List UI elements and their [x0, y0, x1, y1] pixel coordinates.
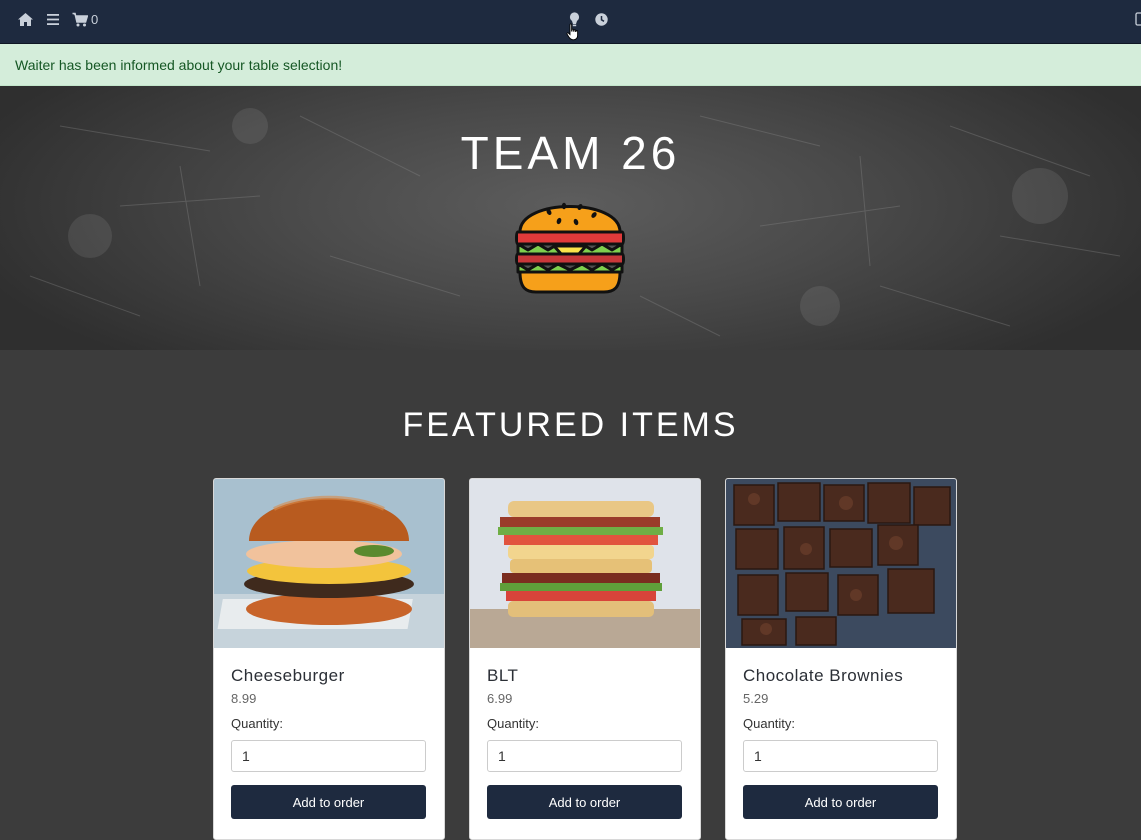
home-icon[interactable]	[17, 11, 34, 28]
nav-left-group: 0	[17, 11, 98, 28]
nav-edge-icon[interactable]	[1135, 12, 1141, 26]
menu-item-card: Cheeseburger 8.99 Quantity: Add to order	[213, 478, 445, 840]
quantity-label: Quantity:	[743, 716, 796, 731]
item-name: Cheeseburger	[231, 666, 345, 685]
cart-icon[interactable]	[72, 11, 88, 28]
cart-count[interactable]: 0	[91, 11, 98, 28]
cheeseburger-image	[214, 479, 444, 648]
blt-image	[470, 479, 700, 648]
menu-icon[interactable]	[46, 11, 60, 28]
burger-logo-icon	[515, 202, 625, 294]
mouse-pointer-icon	[566, 23, 579, 41]
quantity-label: Quantity:	[231, 716, 284, 731]
add-to-order-button[interactable]: Add to order	[231, 785, 426, 819]
quantity-input[interactable]	[743, 740, 938, 772]
featured-items-heading: FEATURED ITEMS	[402, 406, 739, 444]
item-name: BLT	[487, 666, 519, 685]
menu-item-card: BLT 6.99 Quantity: Add to order	[469, 478, 701, 840]
add-to-order-button[interactable]: Add to order	[487, 785, 682, 819]
add-to-order-button[interactable]: Add to order	[743, 785, 938, 819]
clock-icon[interactable]	[594, 11, 609, 28]
success-alert: Waiter has been informed about your tabl…	[0, 44, 1141, 86]
restaurant-title: TEAM 26	[460, 127, 681, 179]
menu-item-card: Chocolate Brownies 5.29 Quantity: Add to…	[725, 478, 957, 840]
item-price: 8.99	[231, 691, 257, 706]
chocolate-brownies-image	[726, 479, 956, 648]
quantity-input[interactable]	[487, 740, 682, 772]
quantity-label: Quantity:	[487, 716, 540, 731]
item-price: 6.99	[487, 691, 513, 706]
quantity-input[interactable]	[231, 740, 426, 772]
hero-banner: TEAM 26	[0, 86, 1141, 350]
item-price: 5.29	[743, 691, 769, 706]
item-name: Chocolate Brownies	[743, 666, 904, 685]
